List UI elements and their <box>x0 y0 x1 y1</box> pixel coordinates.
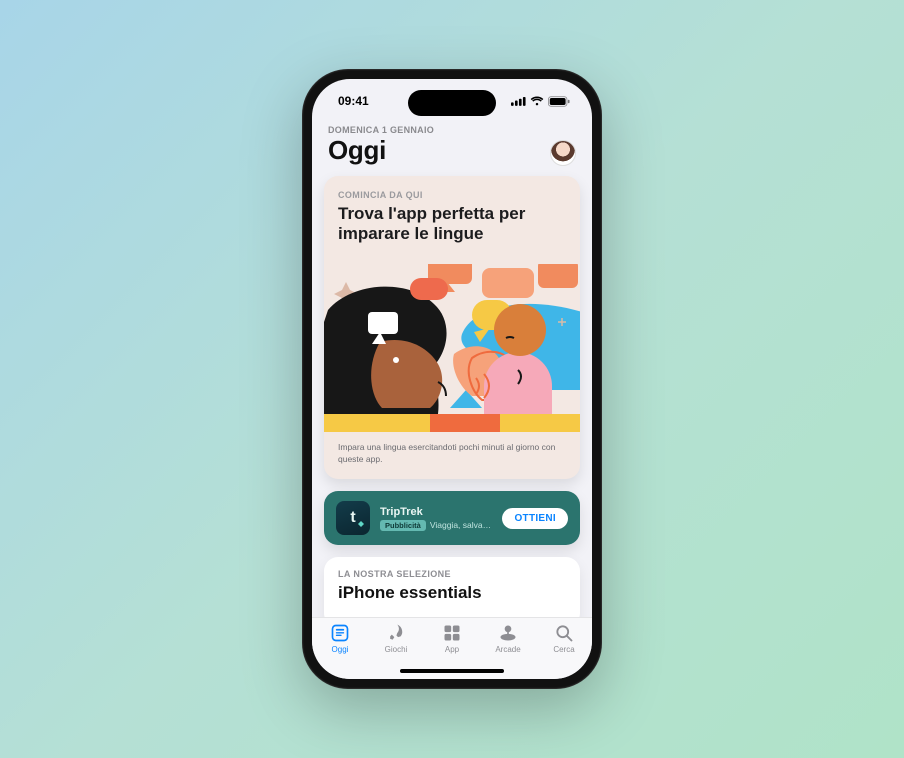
home-indicator[interactable] <box>400 669 504 673</box>
featured-footer: Impara una lingua esercitandoti pochi mi… <box>324 432 580 479</box>
account-avatar[interactable] <box>550 140 576 166</box>
featured-title: Trova l'app perfetta per imparare le lin… <box>338 204 566 244</box>
cellular-icon <box>511 96 526 106</box>
wifi-icon <box>530 96 544 106</box>
dynamic-island <box>408 90 496 116</box>
iphone-frame: 09:41 DOMENICA 1 GENNAIO Oggi COMINCIA D… <box>302 69 602 689</box>
tab-arcade[interactable]: Arcade <box>480 623 536 654</box>
ad-badge: Pubblicità <box>380 520 426 531</box>
tab-games[interactable]: Giochi <box>368 623 424 654</box>
selection-card[interactable]: LA NOSTRA SELEZIONE iPhone essentials <box>324 557 580 617</box>
ad-info: TripTrek Pubblicità Viaggia, salva e… <box>380 506 492 531</box>
app-icon: t <box>336 501 370 535</box>
rocket-icon <box>386 623 406 643</box>
tab-today-label: Oggi <box>332 645 349 654</box>
page-title: Oggi <box>328 135 386 166</box>
featured-illustration <box>324 264 580 432</box>
featured-eyebrow: COMINCIA DA QUI <box>338 190 566 200</box>
featured-story-card[interactable]: COMINCIA DA QUI Trova l'app perfetta per… <box>324 176 580 479</box>
tab-search[interactable]: Cerca <box>536 623 592 654</box>
ad-subtitle: Viaggia, salva e… <box>430 520 493 530</box>
tab-apps[interactable]: App <box>424 623 480 654</box>
status-indicators <box>511 96 570 107</box>
search-icon <box>554 623 574 643</box>
status-time: 09:41 <box>338 94 369 108</box>
ad-app-name: TripTrek <box>380 506 492 518</box>
ad-card[interactable]: t TripTrek Pubblicità Viaggia, salva e… … <box>324 491 580 545</box>
apps-icon <box>442 623 462 643</box>
selection-title: iPhone essentials <box>338 583 566 603</box>
tab-search-label: Cerca <box>553 645 574 654</box>
arcade-icon <box>498 623 518 643</box>
tab-today[interactable]: Oggi <box>312 623 368 654</box>
date-label: DOMENICA 1 GENNAIO <box>324 125 580 135</box>
selection-eyebrow: LA NOSTRA SELEZIONE <box>338 569 566 579</box>
screen: 09:41 DOMENICA 1 GENNAIO Oggi COMINCIA D… <box>312 79 592 679</box>
content-scroll[interactable]: DOMENICA 1 GENNAIO Oggi COMINCIA DA QUI … <box>312 123 592 617</box>
tab-games-label: Giochi <box>385 645 408 654</box>
today-icon <box>330 623 350 643</box>
tab-arcade-label: Arcade <box>495 645 520 654</box>
header-row: Oggi <box>324 135 580 172</box>
get-button[interactable]: OTTIENI <box>502 508 568 529</box>
tab-apps-label: App <box>445 645 459 654</box>
battery-icon <box>548 96 570 107</box>
